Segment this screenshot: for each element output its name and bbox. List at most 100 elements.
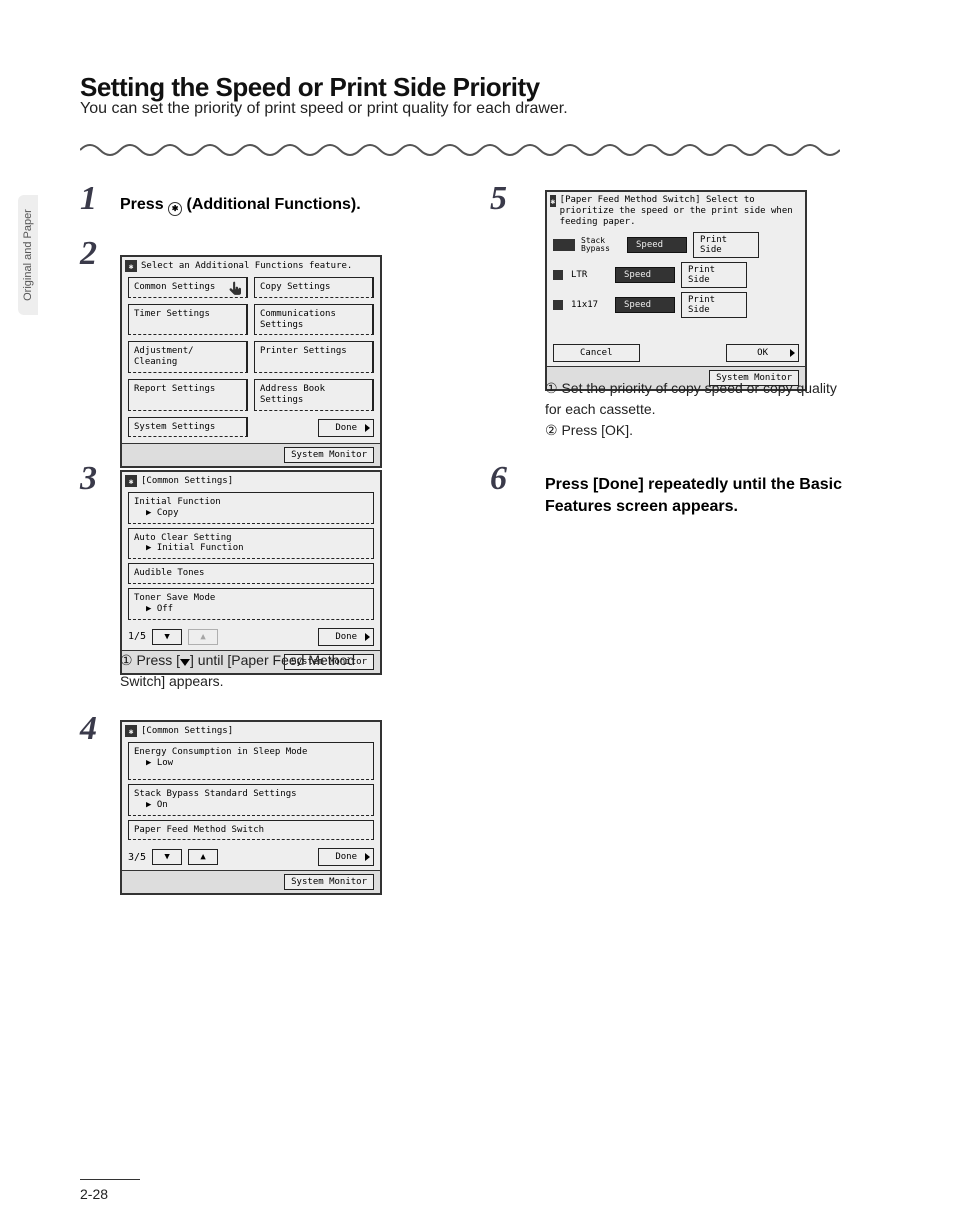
lcd3-row-3[interactable]: Toner Save Mode ▶ Off bbox=[128, 588, 374, 620]
step5-text-2: Press [OK]. bbox=[561, 422, 633, 438]
lcd5-side-0[interactable]: Print Side bbox=[693, 232, 759, 258]
step-number-1: 1 bbox=[80, 180, 97, 218]
drawer1-icon bbox=[553, 270, 563, 280]
additional-functions-icon: ✱ bbox=[168, 202, 182, 216]
lcd5-ok[interactable]: OK bbox=[726, 344, 799, 362]
lcd3-up-arrow[interactable]: ▲ bbox=[188, 629, 218, 645]
circled-1-icon: ① bbox=[545, 380, 558, 396]
step1-text-b: (Additional Functions). bbox=[182, 196, 361, 213]
page-subtitle: You can set the priority of print speed … bbox=[80, 100, 568, 118]
lcd5-label-0: Stack Bypass bbox=[581, 237, 621, 253]
lcd3-done[interactable]: Done bbox=[318, 628, 374, 646]
lcd2-sysbar: System Monitor bbox=[122, 443, 380, 466]
lcd2-header: Select an Additional Functions feature. bbox=[141, 261, 352, 271]
lcd-step2: ✱ Select an Additional Functions feature… bbox=[120, 255, 382, 468]
side-tab: Original and Paper bbox=[18, 195, 38, 315]
lcd5-label-2: 11x17 bbox=[569, 300, 609, 310]
wave-divider bbox=[80, 140, 840, 160]
step5-text-1: Set the priority of copy speed or copy q… bbox=[545, 380, 837, 417]
step-number-6: 6 bbox=[490, 460, 507, 498]
lcd3-header-row: ✱ [Common Settings] bbox=[125, 475, 377, 487]
gear-icon: ✱ bbox=[125, 260, 137, 272]
lcd4-paginator: 3/5 ▼ ▲ Done bbox=[122, 844, 380, 870]
lcd3-row-0-s: ▶ Copy bbox=[134, 508, 179, 518]
lcd5-side-1[interactable]: Print Side bbox=[681, 262, 747, 288]
lcd4-header: [Common Settings] bbox=[141, 726, 233, 736]
lcd4-header-row: ✱ [Common Settings] bbox=[125, 725, 377, 737]
lcd5-header: [Paper Feed Method Switch] Select to pri… bbox=[560, 195, 802, 227]
lcd4-done[interactable]: Done bbox=[318, 848, 374, 866]
lcd2-btn-adjust[interactable]: Adjustment/ Cleaning bbox=[128, 341, 248, 373]
lcd4-sysbar: System Monitor bbox=[122, 870, 380, 893]
lcd2-sysmon[interactable]: System Monitor bbox=[284, 447, 374, 463]
lcd5-row-1: LTR Speed Print Side bbox=[553, 262, 799, 288]
lcd3-row-1-t: Auto Clear Setting bbox=[134, 533, 232, 543]
lcd-step4: ✱ [Common Settings] Energy Consumption i… bbox=[120, 720, 382, 895]
circled-2-icon: ② bbox=[545, 422, 558, 438]
down-triangle-icon bbox=[180, 659, 190, 666]
step5-instruction-1: ① Set the priority of copy speed or copy… bbox=[545, 378, 845, 420]
step-number-3: 3 bbox=[80, 460, 97, 498]
lcd4-row-1[interactable]: Stack Bypass Standard Settings ▶ On bbox=[128, 784, 374, 816]
lcd4-up-arrow[interactable]: ▲ bbox=[188, 849, 218, 865]
lcd5-row-0: Stack Bypass Speed Print Side bbox=[553, 232, 799, 258]
lcd5-side-2[interactable]: Print Side bbox=[681, 292, 747, 318]
lcd3-row-1-s: ▶ Initial Function bbox=[134, 543, 244, 553]
lcd3-row-0[interactable]: Initial Function ▶ Copy bbox=[128, 492, 374, 524]
lcd2-btn-report[interactable]: Report Settings bbox=[128, 379, 248, 411]
lcd2-btn-system[interactable]: System Settings bbox=[128, 417, 248, 438]
lcd5-speed-0[interactable]: Speed bbox=[627, 237, 687, 253]
drawer2-icon bbox=[553, 300, 563, 310]
step1-text-a: Press bbox=[120, 196, 168, 213]
lcd3-row-2-t: Audible Tones bbox=[134, 568, 204, 578]
lcd4-down-arrow[interactable]: ▼ bbox=[152, 849, 182, 865]
step3-instruction: ① Press [] until [Paper Feed Method Swit… bbox=[120, 650, 400, 692]
lcd3-row-1[interactable]: Auto Clear Setting ▶ Initial Function bbox=[128, 528, 374, 560]
step3-text-a: Press [ bbox=[136, 652, 180, 668]
bypass-tray-icon bbox=[553, 239, 575, 251]
lcd-step3: ✱ [Common Settings] Initial Function ▶ C… bbox=[120, 470, 382, 675]
lcd3-paginator: 1/5 ▼ ▲ Done bbox=[122, 624, 380, 650]
lcd5-speed-1[interactable]: Speed bbox=[615, 267, 675, 283]
lcd2-btn-copy[interactable]: Copy Settings bbox=[254, 277, 374, 298]
lcd5-cancel[interactable]: Cancel bbox=[553, 344, 640, 362]
page-title: Setting the Speed or Print Side Priority bbox=[80, 72, 540, 103]
lcd2-btn-addr[interactable]: Address Book Settings bbox=[254, 379, 374, 411]
lcd5-label-1: LTR bbox=[569, 270, 609, 280]
lcd2-grid: Common Settings Copy Settings Timer Sett… bbox=[122, 277, 380, 443]
step5-instruction-2: ② Press [OK]. bbox=[545, 420, 845, 441]
hand-pointer-icon bbox=[226, 280, 246, 300]
lcd3-header: [Common Settings] bbox=[141, 476, 233, 486]
lcd3-down-arrow[interactable]: ▼ bbox=[152, 629, 182, 645]
lcd4-sysmon[interactable]: System Monitor bbox=[284, 874, 374, 890]
lcd2-header-row: ✱ Select an Additional Functions feature… bbox=[125, 260, 377, 272]
lcd4-row-0-t: Energy Consumption in Sleep Mode bbox=[134, 747, 307, 757]
lcd3-row-2[interactable]: Audible Tones bbox=[128, 563, 374, 584]
lcd4-row-1-s: ▶ On bbox=[134, 800, 168, 810]
lcd3-row-0-t: Initial Function bbox=[134, 497, 221, 507]
lcd4-page: 3/5 bbox=[128, 852, 146, 863]
step-number-2: 2 bbox=[80, 235, 97, 273]
lcd2-btn-printer[interactable]: Printer Settings bbox=[254, 341, 374, 373]
lcd3-page: 1/5 bbox=[128, 631, 146, 642]
lcd2-btn-timer[interactable]: Timer Settings bbox=[128, 304, 248, 336]
gear-icon: ✱ bbox=[125, 475, 137, 487]
lcd5-row-2: 11x17 Speed Print Side bbox=[553, 292, 799, 318]
step1-text: Press ✱ (Additional Functions). bbox=[120, 194, 380, 216]
lcd2-btn-comm[interactable]: Communications Settings bbox=[254, 304, 374, 336]
lcd4-row-2[interactable]: Paper Feed Method Switch bbox=[128, 820, 374, 841]
lcd3-row-3-s: ▶ Off bbox=[134, 604, 173, 614]
circled-1-icon: ① bbox=[120, 652, 133, 668]
lcd3-row-3-t: Toner Save Mode bbox=[134, 593, 215, 603]
gear-icon: ✱ bbox=[550, 195, 556, 207]
lcd2-done[interactable]: Done bbox=[318, 419, 374, 437]
lcd5-header-row: ✱ [Paper Feed Method Switch] Select to p… bbox=[550, 195, 802, 227]
lcd4-row-0[interactable]: Energy Consumption in Sleep Mode ▶ Low bbox=[128, 742, 374, 780]
step6-text: Press [Done] repeatedly until the Basic … bbox=[545, 474, 845, 519]
lcd5-speed-2[interactable]: Speed bbox=[615, 297, 675, 313]
lcd4-row-0-s: ▶ Low bbox=[134, 758, 173, 768]
lcd5-footer: Cancel OK bbox=[547, 336, 805, 366]
gear-icon: ✱ bbox=[125, 725, 137, 737]
lcd4-row-1-t: Stack Bypass Standard Settings bbox=[134, 789, 297, 799]
step-number-5: 5 bbox=[490, 180, 507, 218]
